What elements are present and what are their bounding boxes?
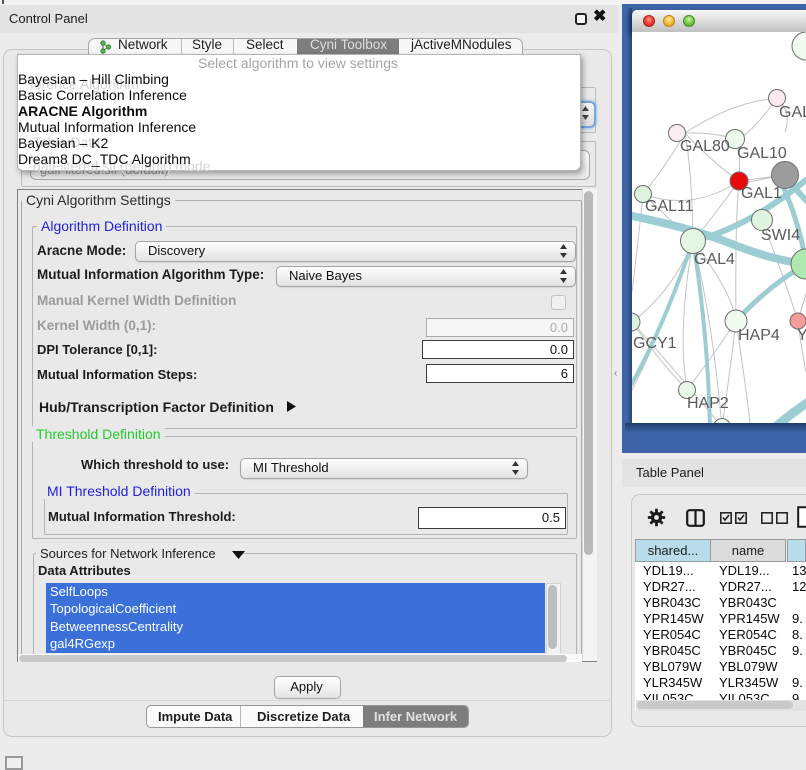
svg-text:GAL10: GAL10: [737, 145, 787, 162]
svg-text:GAL80: GAL80: [680, 138, 730, 155]
svg-text:SWI4: SWI4: [761, 227, 800, 244]
svg-text:GAL4: GAL4: [694, 251, 735, 268]
svg-text:HAP2: HAP2: [687, 395, 729, 412]
svg-text:GCY1: GCY1: [633, 335, 677, 352]
svg-text:YD: YD: [797, 327, 806, 344]
svg-text:GAL1: GAL1: [741, 185, 782, 202]
svg-text:GAL7: GAL7: [779, 104, 806, 121]
svg-text:HAP4: HAP4: [738, 327, 780, 344]
svg-text:GAL11: GAL11: [645, 198, 694, 215]
